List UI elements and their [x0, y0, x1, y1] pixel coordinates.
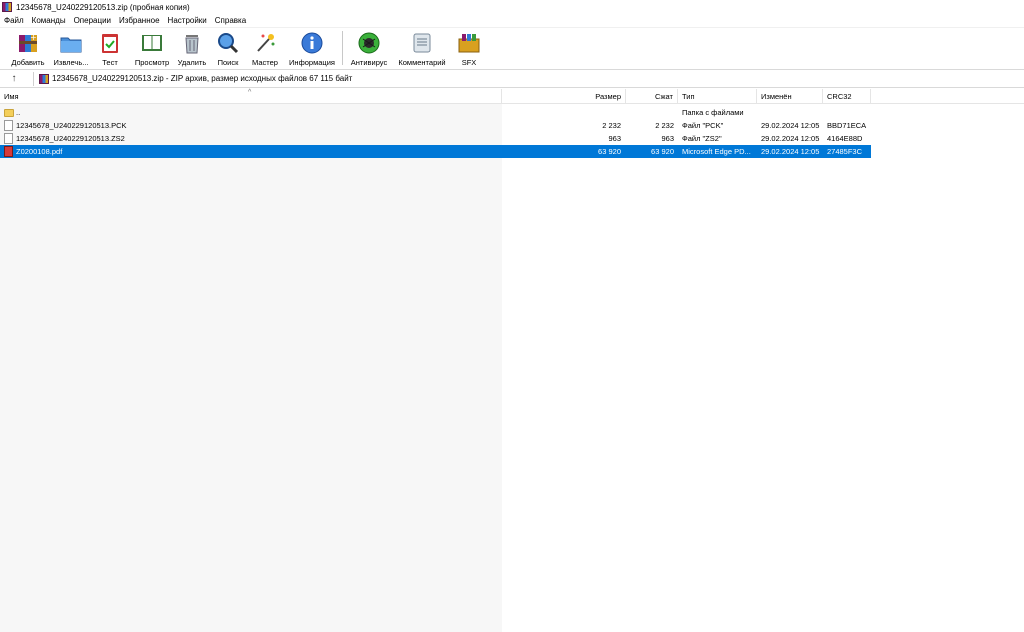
- find-button[interactable]: Поиск: [214, 30, 242, 68]
- antivirus-button[interactable]: Антивирус: [348, 30, 390, 68]
- file-name: ..: [16, 108, 21, 117]
- file-packed: [626, 106, 674, 119]
- file-modified: [761, 106, 823, 119]
- column-header-crc[interactable]: CRC32: [823, 89, 871, 104]
- file-modified: 29.02.2024 12:05: [761, 121, 820, 130]
- comment-button[interactable]: Комментарий: [396, 30, 448, 68]
- file-packed: 2 232: [655, 121, 674, 130]
- wizard-label: Мастер: [252, 58, 278, 67]
- sfx-button[interactable]: SFX: [455, 30, 483, 68]
- view-label: Просмотр: [134, 58, 170, 67]
- name-column-background: [0, 104, 502, 632]
- comment-label: Комментарий: [398, 58, 446, 67]
- file-crc: [827, 106, 871, 119]
- list-header: Имя ^ Размер Сжат Тип Изменён CRC32: [0, 89, 1024, 104]
- folder-extract-icon: [59, 31, 83, 55]
- winrar-app-icon[interactable]: [2, 2, 12, 12]
- file-icon: [4, 120, 13, 131]
- list-item[interactable]: 12345678_U240229120513.PCK 2 232 2 232 Ф…: [0, 119, 871, 132]
- sfx-label: SFX: [461, 58, 477, 67]
- menu-help[interactable]: Справка: [211, 14, 250, 28]
- file-name: Z0200108.pdf: [16, 147, 63, 156]
- file-crc: BBD71ECA: [827, 121, 867, 130]
- list-item-selected[interactable]: Z0200108.pdf 63 920 63 920 Microsoft Edg…: [0, 145, 871, 158]
- wizard-button[interactable]: Мастер: [249, 30, 281, 68]
- info-label: Информация: [289, 58, 335, 67]
- list-item[interactable]: .. Папка с файлами: [0, 106, 871, 119]
- file-size: [502, 106, 621, 119]
- column-header-type[interactable]: Тип: [678, 89, 757, 104]
- file-size: 963: [608, 134, 621, 143]
- toolbar: + Добавить Извлечь... Тест Просмотр Удал…: [0, 28, 1024, 70]
- comment-notepad-icon: [410, 31, 434, 55]
- column-header-name[interactable]: Имя ^: [0, 89, 502, 104]
- address-path[interactable]: 12345678_U240229120513.zip - ZIP архив, …: [52, 70, 352, 88]
- pdf-icon: [4, 146, 13, 157]
- up-arrow-icon[interactable]: ↑: [6, 72, 22, 86]
- menu-operations[interactable]: Операции: [70, 14, 115, 28]
- file-type: Файл "PCK": [682, 121, 724, 130]
- archive-icon: [39, 74, 49, 84]
- magnifier-icon: [216, 31, 240, 55]
- sort-up-icon: ^: [248, 89, 252, 96]
- file-type: Файл "ZS2": [682, 134, 722, 143]
- magic-wand-icon: [253, 31, 277, 55]
- test-label: Тест: [102, 58, 118, 67]
- toolbar-separator: [342, 31, 343, 65]
- file-icon: [4, 133, 13, 144]
- add-label: Добавить: [11, 58, 45, 67]
- file-packed: 963: [661, 134, 674, 143]
- menu-settings[interactable]: Настройки: [164, 14, 211, 28]
- menu-file[interactable]: Файл: [0, 14, 28, 28]
- file-modified: 29.02.2024 12:05: [761, 134, 820, 143]
- book-view-icon: [140, 31, 164, 55]
- delete-label: Удалить: [177, 58, 207, 67]
- file-size: 63 920: [598, 147, 621, 156]
- column-header-modified[interactable]: Изменён: [757, 89, 823, 104]
- column-header-size[interactable]: Размер: [502, 89, 626, 104]
- sfx-box-icon: [457, 31, 481, 55]
- menu-favorites[interactable]: Избранное: [115, 14, 164, 28]
- list-item[interactable]: 12345678_U240229120513.ZS2 963 963 Файл …: [0, 132, 871, 145]
- view-button[interactable]: Просмотр: [132, 30, 172, 68]
- file-type: Microsoft Edge PD...: [682, 147, 751, 156]
- file-packed: 63 920: [651, 147, 674, 156]
- address-bar: ↑ 12345678_U240229120513.zip - ZIP архив…: [0, 70, 1024, 88]
- file-name: 12345678_U240229120513.PCK: [16, 121, 127, 130]
- window-title: 12345678_U240229120513.zip (пробная копи…: [16, 2, 190, 12]
- info-icon: [300, 31, 324, 55]
- column-header-packed[interactable]: Сжат: [626, 89, 678, 104]
- add-button[interactable]: + Добавить: [8, 30, 48, 68]
- trash-icon: [180, 31, 204, 55]
- svg-text:+: +: [30, 33, 37, 42]
- folder-icon: [4, 109, 14, 117]
- test-button[interactable]: Тест: [96, 30, 124, 68]
- file-name: 12345678_U240229120513.ZS2: [16, 134, 125, 143]
- menu-commands[interactable]: Команды: [28, 14, 70, 28]
- file-crc: 27485F3C: [827, 147, 863, 156]
- file-type: Папка с файлами: [682, 108, 744, 117]
- antivirus-label: Антивирус: [350, 58, 388, 67]
- extract-label: Извлечь...: [53, 58, 89, 67]
- test-clipboard-icon: [98, 31, 122, 55]
- find-label: Поиск: [217, 58, 239, 67]
- info-button[interactable]: Информация: [286, 30, 338, 68]
- file-crc: 4164E88D: [827, 134, 863, 143]
- column-name-label: Имя: [4, 92, 19, 101]
- file-list[interactable]: Имя ^ Размер Сжат Тип Изменён CRC32 .. П…: [0, 89, 1024, 632]
- file-modified: 29.02.2024 12:05: [761, 147, 820, 156]
- address-separator: [33, 72, 34, 86]
- menu-bar: Файл Команды Операции Избранное Настройк…: [0, 14, 1024, 28]
- delete-button[interactable]: Удалить: [176, 30, 208, 68]
- archive-books-icon: +: [16, 31, 40, 55]
- title-bar: 12345678_U240229120513.zip (пробная копи…: [0, 0, 1024, 14]
- antivirus-bug-icon: [357, 31, 381, 55]
- file-size: 2 232: [602, 121, 621, 130]
- extract-button[interactable]: Извлечь...: [50, 30, 92, 68]
